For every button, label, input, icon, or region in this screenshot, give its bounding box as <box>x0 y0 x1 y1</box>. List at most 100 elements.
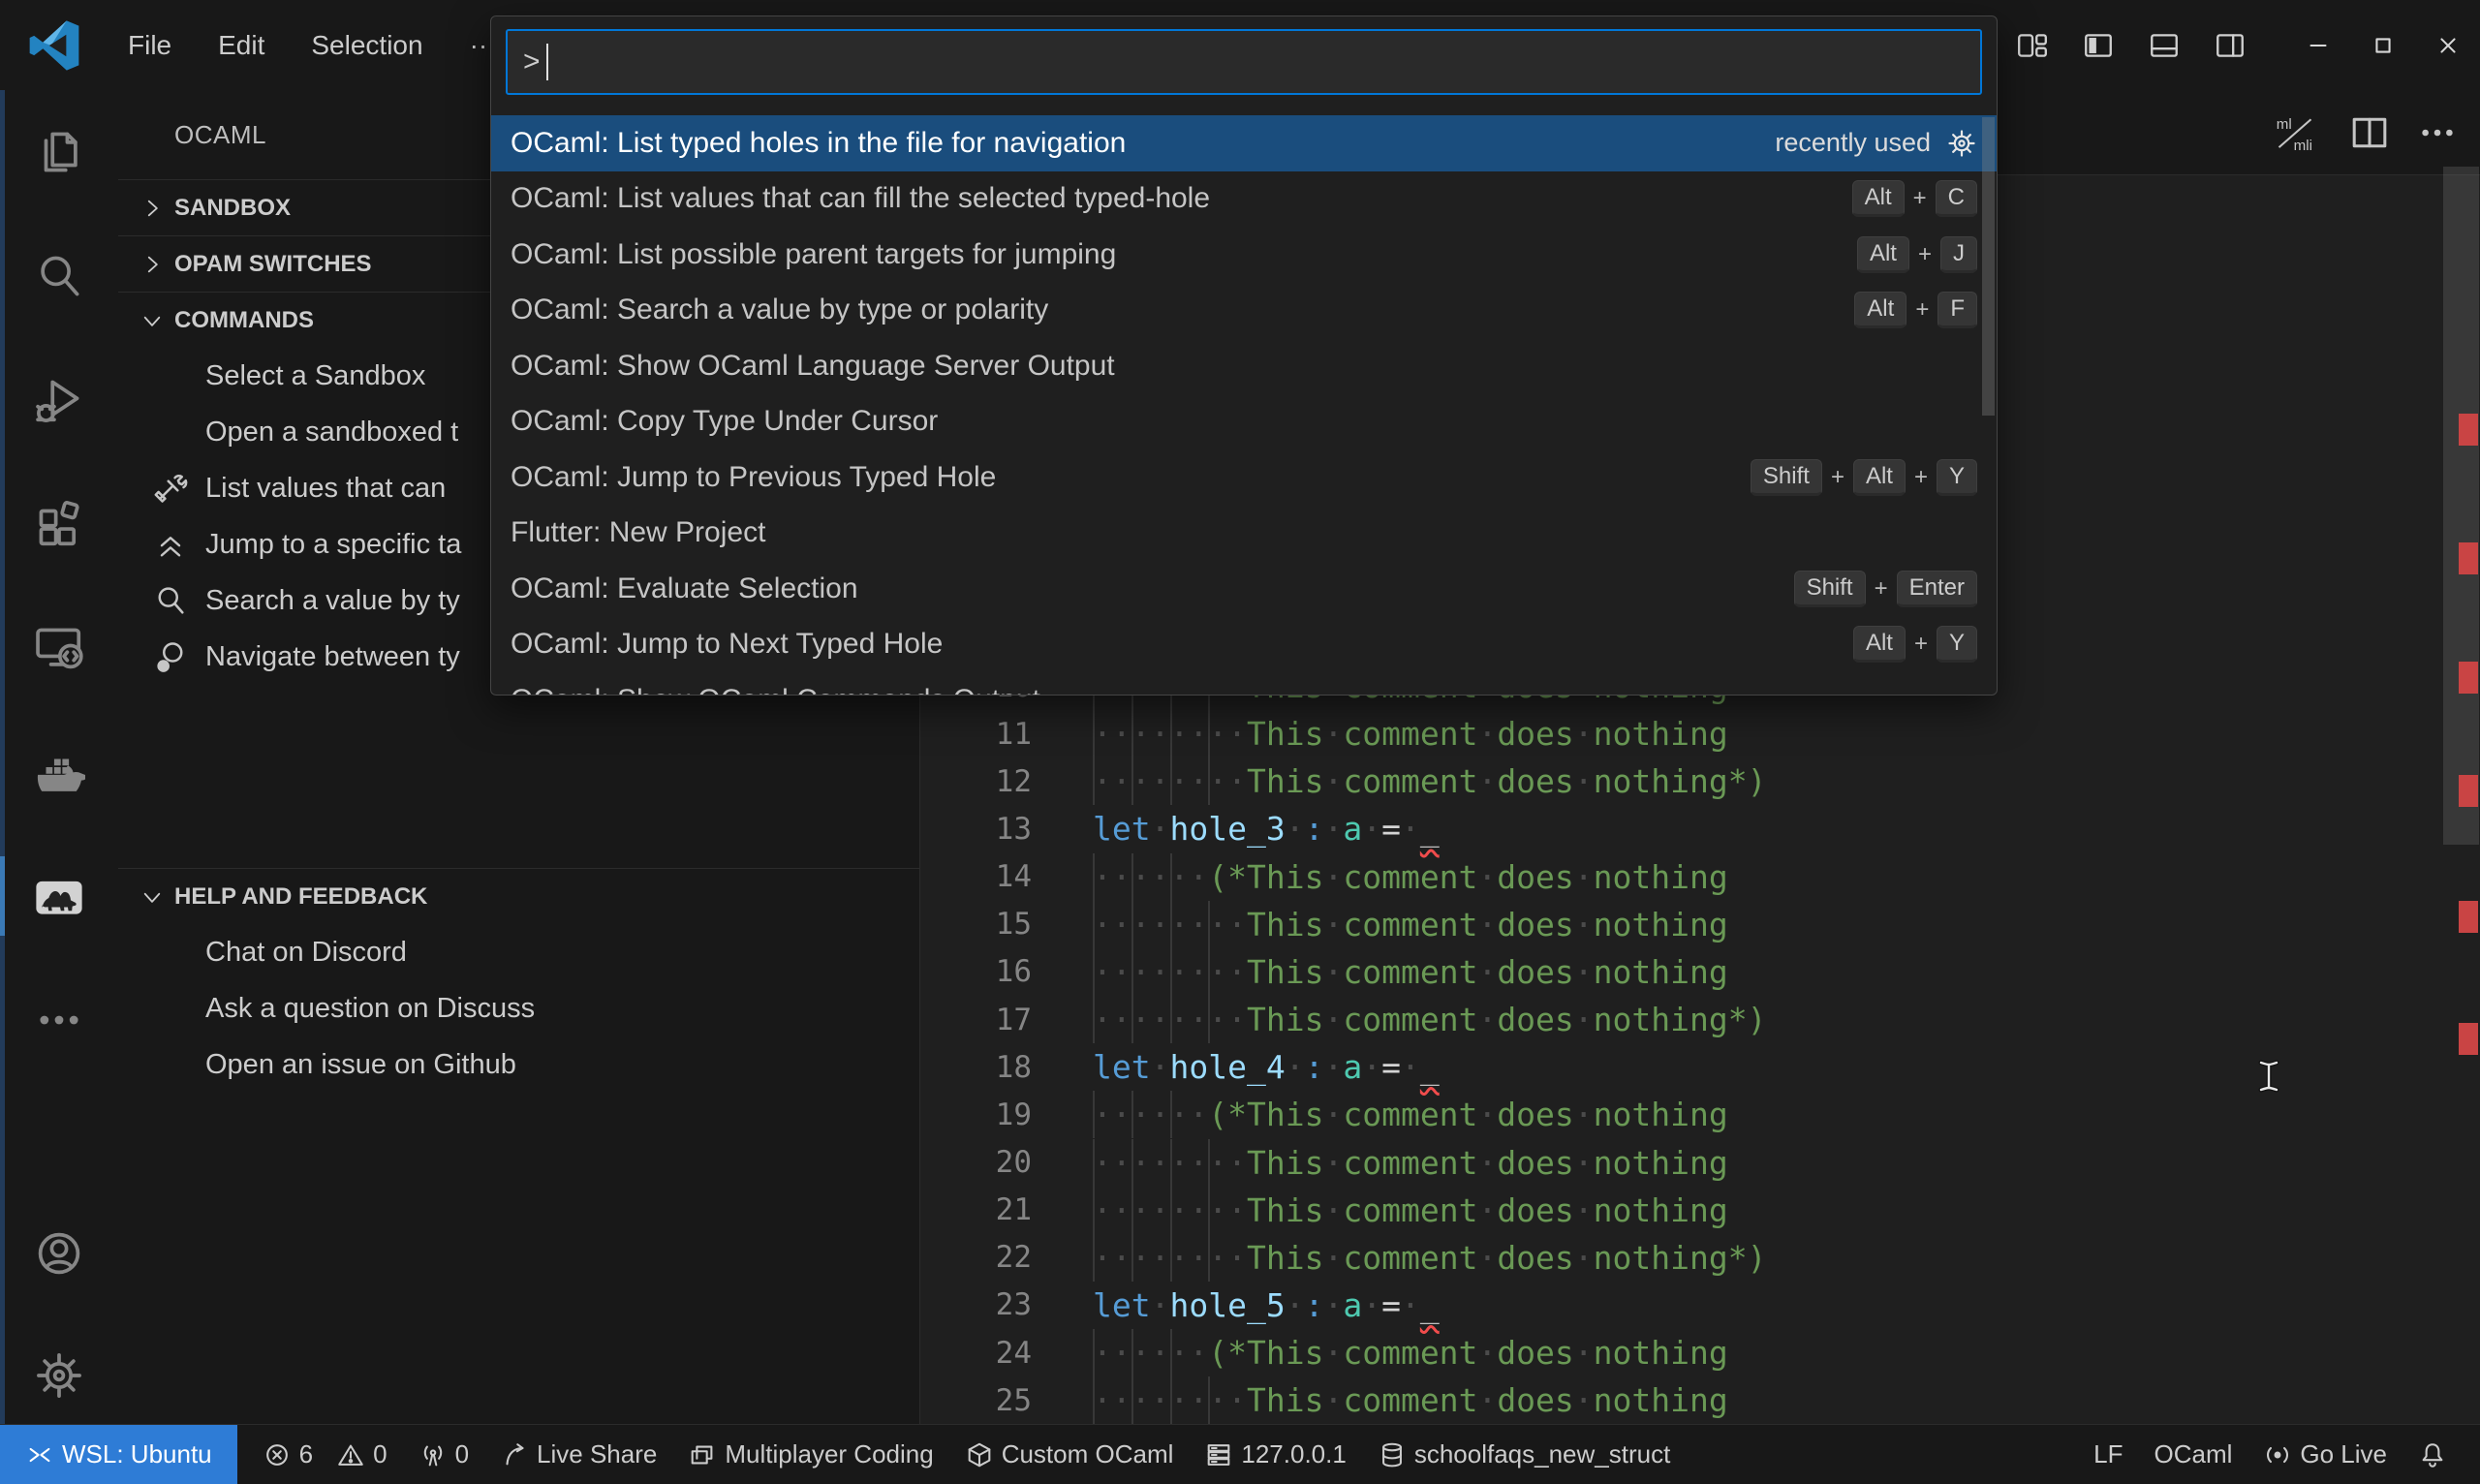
gear-icon[interactable] <box>1946 128 1977 159</box>
minimize-button[interactable] <box>2285 0 2350 90</box>
token-comment: comment <box>1343 1096 1478 1134</box>
toggle-secondary-sidebar-icon[interactable] <box>2214 29 2247 62</box>
whitespace-dot: · <box>1131 952 1151 991</box>
activitybar-settings[interactable] <box>0 1350 118 1401</box>
palette-item-label: OCaml: Search a value by type or polarit… <box>511 294 1049 326</box>
palette-item[interactable]: OCaml: Copy Type Under Cursor <box>491 394 1997 450</box>
status-part: 127.0.0.1 <box>1204 1439 1347 1469</box>
activitybar-remote-explorer[interactable] <box>0 586 118 710</box>
palette-item[interactable]: OCaml: Show OCaml Language Server Output <box>491 338 1997 394</box>
line-content: ········This·comment·does·nothing*) <box>1093 1233 1767 1282</box>
status-part: LF <box>2093 1439 2123 1469</box>
palette-item[interactable]: OCaml: Evaluate Selection Shift + Enter <box>491 561 1997 617</box>
whitespace-dot: · <box>1477 1334 1498 1373</box>
status-problems[interactable]: 60 <box>247 1425 403 1484</box>
palette-scrollbar[interactable] <box>1982 117 1995 416</box>
palette-item[interactable]: OCaml: List possible parent targets for … <box>491 227 1997 283</box>
palette-item-label: Flutter: New Project <box>511 516 766 549</box>
activitybar-extensions[interactable] <box>0 462 118 586</box>
status-go-live[interactable]: Go Live <box>2248 1425 2402 1484</box>
activitybar-more[interactable] <box>0 958 118 1082</box>
whitespace-dot: · <box>1093 952 1112 991</box>
whitespace-dot: · <box>1150 1285 1170 1324</box>
line-number: 13 <box>995 811 1032 847</box>
scrollbar-slider[interactable] <box>2443 167 2479 845</box>
token-var: hole_5 <box>1169 1285 1286 1324</box>
token-comment: This <box>1247 1238 1324 1277</box>
line-number: 22 <box>995 1240 1032 1276</box>
line-content: let·hole_3·:·a·=·_ <box>1093 805 1440 852</box>
whitespace-dot: · <box>1323 952 1344 991</box>
token-op: = <box>1381 1285 1401 1324</box>
activitybar-explorer[interactable] <box>0 90 118 214</box>
whitespace-dot: · <box>1131 857 1151 896</box>
status-live-share[interactable]: Live Share <box>484 1425 672 1484</box>
status-label: WSL: Ubuntu <box>62 1439 212 1469</box>
activitybar-accounts[interactable] <box>0 1228 118 1279</box>
menubar: File Edit Selection ··· <box>105 0 520 90</box>
status-notifications[interactable] <box>2402 1425 2463 1484</box>
palette-item[interactable]: OCaml: Jump to Next Typed Hole Alt + Y <box>491 617 1997 673</box>
editor-scrollbar[interactable] <box>2442 90 2480 1424</box>
palette-item[interactable]: OCaml: Show OCaml Commands Output <box>491 672 1997 695</box>
activitybar-search[interactable] <box>0 214 118 338</box>
code-line: 13 let·hole_3·:·a·=·_ <box>920 805 2480 852</box>
live-share-icon <box>500 1440 529 1469</box>
whitespace-dot: · <box>1169 1238 1190 1277</box>
activitybar-ocaml[interactable] <box>0 834 118 958</box>
status-language-mode[interactable]: OCaml <box>2138 1425 2248 1484</box>
status-multiplayer-coding[interactable]: Multiplayer Coding <box>672 1425 948 1484</box>
section-label: COMMANDS <box>174 306 314 333</box>
status-ports[interactable]: 0 <box>403 1425 484 1484</box>
sidebar-item[interactable]: Ask a question on Discuss <box>118 980 919 1036</box>
token-comment: nothing*) <box>1593 1238 1767 1277</box>
close-button[interactable] <box>2415 0 2480 90</box>
palette-item[interactable]: OCaml: Search a value by type or polarit… <box>491 283 1997 339</box>
whitespace-dot: · <box>1227 905 1247 943</box>
palette-item[interactable]: OCaml: List values that can fill the sel… <box>491 171 1997 228</box>
whitespace-dot: · <box>1150 1048 1170 1087</box>
whitespace-dot: · <box>1189 715 1209 754</box>
status-eol[interactable]: LF <box>2078 1425 2138 1484</box>
whitespace-dot: · <box>1227 1381 1247 1420</box>
status-custom-ocaml[interactable]: Custom OCaml <box>949 1425 1190 1484</box>
code-line: 23 let·hole_5·:·a·=·_ <box>920 1282 2480 1329</box>
palette-item-right: Alt + Y <box>1852 626 1977 664</box>
palette-item[interactable]: Flutter: New Project <box>491 506 1997 562</box>
token-comment: nothing <box>1593 952 1728 991</box>
whitespace-dot: · <box>1111 762 1132 801</box>
activitybar-run-debug[interactable] <box>0 338 118 462</box>
whitespace-dot: · <box>1208 1190 1228 1229</box>
whitespace-dot: · <box>1323 857 1344 896</box>
menu-edit[interactable]: Edit <box>195 17 288 74</box>
whitespace-dot: · <box>1323 1285 1344 1324</box>
code-line: 18 let·hole_4·:·a·=·_ <box>920 1043 2480 1091</box>
whitespace-dot: · <box>1169 762 1190 801</box>
token-comment: nothing*) <box>1593 1001 1767 1039</box>
line-number: 16 <box>995 954 1032 990</box>
status-remote[interactable]: WSL: Ubuntu <box>0 1425 237 1484</box>
customize-layout-icon[interactable] <box>2016 29 2049 62</box>
maximize-button[interactable] <box>2350 0 2415 90</box>
whitespace-dot: · <box>1189 762 1209 801</box>
sidebar-item[interactable]: Chat on Discord <box>118 924 919 980</box>
whitespace-dot: · <box>1477 1190 1498 1229</box>
palette-item[interactable]: OCaml: List typed holes in the file for … <box>491 115 1997 171</box>
activitybar-docker[interactable] <box>0 710 118 834</box>
menu-selection[interactable]: Selection <box>288 17 446 74</box>
command-palette-input[interactable]: > <box>506 29 1982 95</box>
section-header-help[interactable]: HELP AND FEEDBACK <box>118 868 919 924</box>
status-part <box>2418 1440 2447 1469</box>
token-hole: _ <box>1419 810 1440 849</box>
status-database[interactable]: schoolfaqs_new_struct <box>1362 1425 1686 1484</box>
sidebar-item[interactable]: Open an issue on Github <box>118 1036 919 1093</box>
command-palette: > OCaml: List typed holes in the file fo… <box>490 15 1998 696</box>
toggle-primary-sidebar-icon[interactable] <box>2082 29 2115 62</box>
status-server[interactable]: 127.0.0.1 <box>1189 1425 1361 1484</box>
code-line: 19 ······(*This·comment·does·nothing <box>920 1091 2480 1139</box>
line-content: ········This·comment·does·nothing <box>1093 947 1728 996</box>
toggle-panel-icon[interactable] <box>2148 29 2181 62</box>
token-comment: comment <box>1343 715 1478 754</box>
palette-item[interactable]: OCaml: Jump to Previous Typed Hole Shift +… <box>491 449 1997 506</box>
menu-file[interactable]: File <box>105 17 195 74</box>
